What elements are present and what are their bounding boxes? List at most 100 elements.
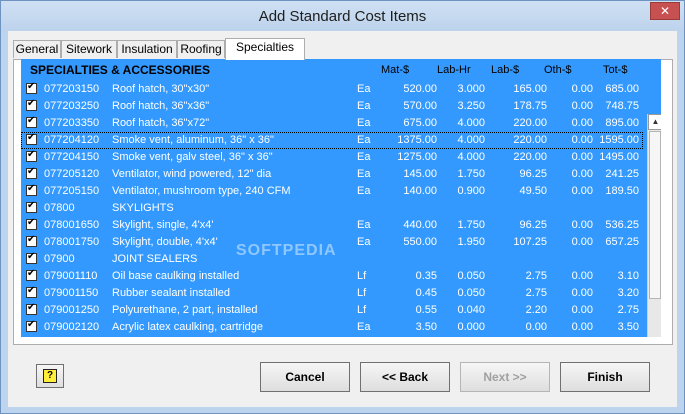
row-checkbox[interactable] bbox=[26, 302, 37, 315]
section-title: SPECIALTIES & ACCESSORIES bbox=[30, 63, 211, 77]
table-row[interactable]: 079001250 Polyurethane, 2 part, installed… bbox=[21, 302, 643, 319]
row-tot: 657.25 bbox=[605, 236, 639, 248]
row-unit: Ea bbox=[357, 236, 371, 248]
finish-button[interactable]: Finish bbox=[560, 362, 650, 392]
row-checkbox[interactable] bbox=[26, 98, 37, 111]
row-checkbox[interactable] bbox=[26, 81, 37, 94]
back-button[interactable]: << Back bbox=[360, 362, 450, 392]
row-lab: 220.00 bbox=[513, 134, 547, 146]
row-tot: 685.00 bbox=[605, 83, 639, 95]
table-row[interactable]: 077204120 Smoke vent, aluminum, 36" x 36"… bbox=[21, 132, 643, 149]
next-button[interactable]: Next >> bbox=[460, 362, 550, 392]
table-row[interactable]: 07800 SKYLIGHTS bbox=[21, 200, 643, 217]
row-checkbox[interactable] bbox=[26, 200, 37, 213]
row-description: Acrylic latex caulking, cartridge bbox=[112, 321, 264, 333]
row-labhr: 4.000 bbox=[457, 117, 485, 129]
row-checkbox[interactable] bbox=[26, 268, 37, 281]
row-labhr: 4.000 bbox=[457, 134, 485, 146]
row-description: Roof hatch, 36"x36" bbox=[112, 100, 210, 112]
row-checkbox[interactable] bbox=[26, 166, 37, 179]
row-lab: 107.25 bbox=[513, 236, 547, 248]
table-row[interactable]: 077204150 Smoke vent, galv steel, 36" x 3… bbox=[21, 149, 643, 166]
row-description: Polyurethane, 2 part, installed bbox=[112, 304, 258, 316]
tab-sitework[interactable]: Sitework bbox=[61, 40, 117, 58]
row-code: 077203350 bbox=[44, 117, 100, 129]
help-button[interactable]: ? bbox=[36, 364, 64, 388]
row-description: Roof hatch, 36"x72" bbox=[112, 117, 210, 129]
row-labhr: 3.000 bbox=[457, 83, 485, 95]
row-lab: 178.75 bbox=[513, 100, 547, 112]
row-lab: 96.25 bbox=[519, 168, 547, 180]
row-unit: Ea bbox=[357, 168, 371, 180]
row-tot: 1595.00 bbox=[599, 134, 639, 146]
table-row[interactable]: 079001110 Oil base caulking installed Lf 0.… bbox=[21, 268, 643, 285]
rows-container: 077203150Roof hatch, 30"x30"Ea520.003.00… bbox=[21, 81, 643, 336]
tab-roofing[interactable]: Roofing bbox=[177, 40, 225, 58]
row-unit: Ea bbox=[357, 134, 371, 146]
row-tot: 241.25 bbox=[605, 168, 639, 180]
table-row[interactable]: 079001150Rubber sealant installedLf0.450… bbox=[21, 285, 643, 302]
row-code: 077203150 bbox=[44, 83, 100, 95]
row-checkbox[interactable] bbox=[26, 115, 37, 128]
row-unit: Ea bbox=[357, 100, 371, 112]
close-button[interactable]: ✕ bbox=[650, 2, 680, 20]
row-code: 079002120 bbox=[44, 321, 100, 333]
table-row[interactable]: 077203150Roof hatch, 30"x30"Ea520.003.00… bbox=[21, 81, 643, 98]
row-code: 078001750 bbox=[44, 236, 100, 248]
tab-general[interactable]: General bbox=[13, 40, 61, 58]
row-description: Smoke vent, aluminum, 36" x 36" bbox=[112, 134, 274, 146]
col-header-labhr: Lab-Hr bbox=[437, 64, 471, 76]
title-bar: Add Standard Cost Items ✕ bbox=[1, 1, 684, 31]
tab-insulation[interactable]: Insulation bbox=[117, 40, 177, 58]
col-header-oth: Oth-$ bbox=[544, 64, 572, 76]
table-row[interactable]: 079002120 Acrylic latex caulking, cartrid… bbox=[21, 319, 643, 336]
dialog-client: General Sitework Insulation Roofing Spec… bbox=[8, 31, 677, 407]
row-checkbox[interactable] bbox=[26, 234, 37, 247]
vertical-scrollbar[interactable]: ▲ ▼ bbox=[647, 114, 661, 337]
row-labhr: 0.050 bbox=[457, 287, 485, 299]
help-icon: ? bbox=[43, 369, 57, 383]
row-tot: 2.75 bbox=[617, 304, 639, 316]
col-header-tot: Tot-$ bbox=[603, 64, 628, 76]
row-checkbox[interactable] bbox=[26, 149, 37, 162]
row-tot: 189.50 bbox=[605, 185, 639, 197]
row-lab: 220.00 bbox=[513, 151, 547, 163]
row-tot: 3.10 bbox=[617, 270, 639, 282]
row-checkbox[interactable] bbox=[26, 319, 37, 332]
scroll-up-button[interactable]: ▲ bbox=[648, 114, 661, 130]
row-checkbox[interactable] bbox=[26, 132, 37, 145]
row-tot: 1495.00 bbox=[599, 151, 639, 163]
table-row[interactable]: 078001650Skylight, single, 4'x4'Ea440.00… bbox=[21, 217, 643, 234]
row-checkbox[interactable] bbox=[26, 251, 37, 264]
window-title: Add Standard Cost Items bbox=[258, 8, 427, 25]
row-checkbox[interactable] bbox=[26, 183, 37, 196]
table-row[interactable]: 077203250Roof hatch, 36"x36"Ea570.003.25… bbox=[21, 98, 643, 115]
row-description: Skylight, double, 4'x4' bbox=[112, 236, 218, 248]
row-unit: Ea bbox=[357, 117, 371, 129]
cancel-button[interactable]: Cancel bbox=[260, 362, 350, 392]
row-unit: Ea bbox=[357, 219, 371, 231]
close-icon: ✕ bbox=[659, 4, 671, 18]
row-description: Ventilator, wind powered, 12" dia bbox=[112, 168, 272, 180]
row-lab: 165.00 bbox=[513, 83, 547, 95]
row-checkbox[interactable] bbox=[26, 217, 37, 230]
table-row[interactable]: 077203350Roof hatch, 36"x72"Ea675.004.00… bbox=[21, 115, 643, 132]
row-lab: 0.00 bbox=[525, 321, 547, 333]
cost-items-list[interactable]: SPECIALTIES & ACCESSORIES Mat-$ Lab-Hr L… bbox=[21, 59, 661, 337]
row-unit: Lf bbox=[357, 287, 367, 299]
row-code: 077203250 bbox=[44, 100, 100, 112]
row-description: Smoke vent, galv steel, 36" x 36" bbox=[112, 151, 273, 163]
row-lab: 96.25 bbox=[519, 219, 547, 231]
col-header-mat: Mat-$ bbox=[381, 64, 410, 76]
row-checkbox[interactable] bbox=[26, 285, 37, 298]
table-row[interactable]: 077205150 Ventilator, mushroom type, 240 … bbox=[21, 183, 643, 200]
row-labhr: 4.000 bbox=[457, 151, 485, 163]
row-description: Oil base caulking installed bbox=[112, 270, 240, 282]
row-labhr: 1.750 bbox=[457, 168, 485, 180]
row-tot: 536.25 bbox=[605, 219, 639, 231]
tab-specialties[interactable]: Specialties bbox=[225, 38, 305, 60]
row-lab: 49.50 bbox=[519, 185, 547, 197]
scroll-thumb[interactable] bbox=[649, 131, 661, 299]
row-labhr: 3.250 bbox=[457, 100, 485, 112]
table-row[interactable]: 077205120 Ventilator, wind powered, 12" d… bbox=[21, 166, 643, 183]
